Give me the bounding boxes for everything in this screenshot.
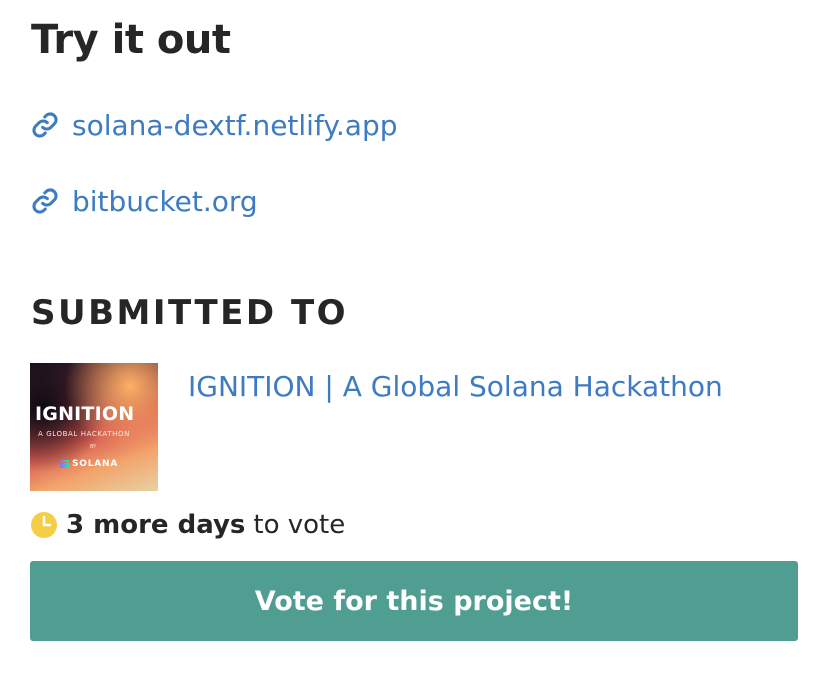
vote-days-remaining: 3 more days [66,510,246,540]
section-title-try-it-out: Try it out [31,17,231,63]
hackathon-link[interactable]: IGNITION | A Global Solana Hackathon [188,366,723,408]
link-icon [30,110,60,140]
link-label: solana-dextf.netlify.app [72,108,398,142]
clock-icon [30,511,58,539]
thumbnail-title: IGNITION [35,403,135,425]
thumbnail-brand: SOLANA [60,459,118,469]
vote-status: 3 more days to vote [30,505,345,545]
link-icon [30,186,60,216]
thumbnail-by: BY [90,444,97,450]
link-label: bitbucket.org [72,184,258,218]
hackathon-thumbnail[interactable]: IGNITION A GLOBAL HACKATHON BY SOLANA [30,363,158,491]
vote-status-suffix: to vote [253,510,346,540]
solana-logo-icon [60,459,69,469]
thumbnail-subtitle: A GLOBAL HACKATHON [38,430,130,438]
link-solana-dextf[interactable]: solana-dextf.netlify.app [30,105,398,145]
link-bitbucket[interactable]: bitbucket.org [30,181,258,221]
thumbnail-brand-label: SOLANA [72,459,119,469]
vote-button[interactable]: Vote for this project! [30,561,798,641]
submitted-to-heading: SUBMITTED TO [31,293,349,333]
